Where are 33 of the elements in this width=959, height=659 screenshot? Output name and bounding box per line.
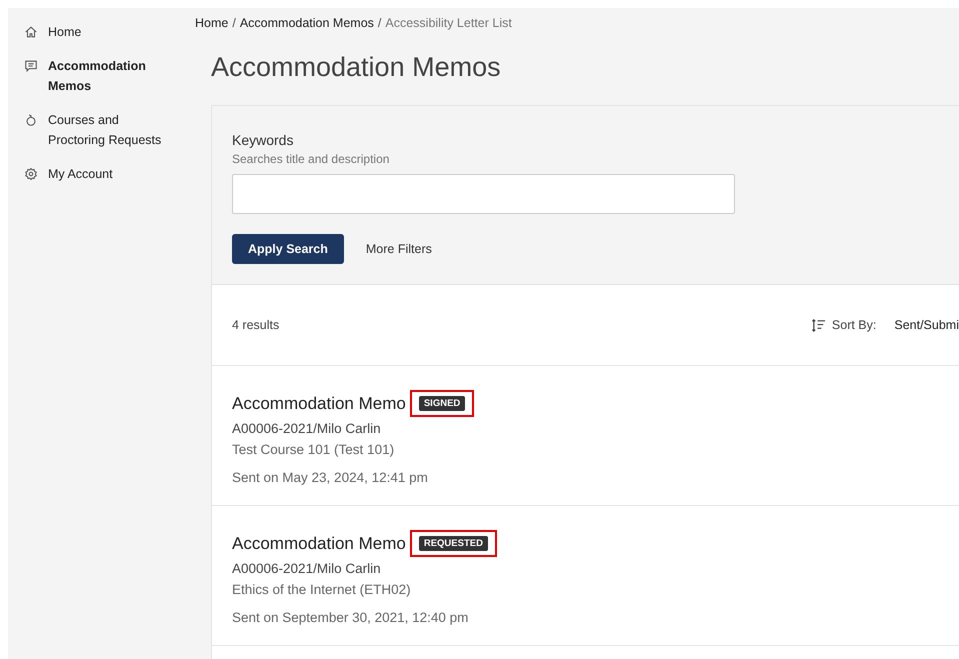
field-hint: Searches title and description <box>232 152 390 166</box>
field-label: Keywords <box>232 132 294 148</box>
sort-dropdown[interactable]: Sent/Submi <box>894 318 959 332</box>
breadcrumb-separator: / <box>378 16 382 32</box>
breadcrumb-link[interactable]: Accommodation Memos <box>240 16 374 36</box>
sidebar-item[interactable]: Courses and Proctoring Requests <box>8 110 168 150</box>
sort-icon <box>810 318 826 332</box>
status-badge: SIGNED <box>418 396 466 411</box>
page-title: Accommodation Memos <box>211 52 502 83</box>
memo-title[interactable]: Accommodation Memo <box>232 394 406 414</box>
memo-course: Ethics of the Internet (ETH02) <box>232 582 412 597</box>
status-badge: REQUESTED <box>418 536 488 551</box>
breadcrumb-current: Accessibility Letter List <box>385 16 512 32</box>
keywords-field[interactable] <box>232 174 735 214</box>
sidebar-item[interactable]: My Account <box>8 164 168 184</box>
memo-reference: A00006-2021/Milo Carlin <box>232 561 382 576</box>
breadcrumb-link[interactable]: Home <box>195 16 228 36</box>
memo-course: Test Course 101 (Test 101) <box>232 442 396 457</box>
chat-icon <box>24 59 38 73</box>
memo-date: Sent on May 23, 2024, 12:41 pm <box>232 470 429 485</box>
results-count: 4 results <box>232 318 280 332</box>
settings-icon <box>24 167 38 181</box>
memo-date: Sent on September 30, 2021, 12:40 pm <box>232 610 470 625</box>
sort-label: Sort By: <box>832 318 876 332</box>
apply-search-button[interactable]: Apply Search <box>232 234 344 264</box>
memo-title[interactable]: Accommodation Memo <box>232 534 406 554</box>
memo-reference: A00006-2021/Milo Carlin <box>232 421 382 436</box>
sidebar-item[interactable]: Accommodation Memos <box>8 56 168 96</box>
breadcrumb-separator: / <box>232 16 236 32</box>
home-icon <box>24 25 38 39</box>
apple-icon <box>24 113 38 127</box>
more-filters-button[interactable]: More Filters <box>354 234 444 264</box>
sidebar-item[interactable]: Home <box>8 22 168 42</box>
